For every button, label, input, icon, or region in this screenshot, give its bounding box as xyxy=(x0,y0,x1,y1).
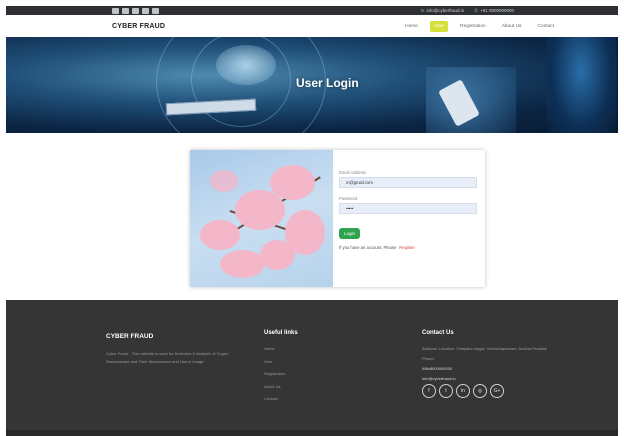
email-field[interactable]: m@gmail.com xyxy=(339,177,477,188)
footer-link-user[interactable]: User xyxy=(264,359,285,372)
blossom xyxy=(260,240,295,270)
instagram-icon[interactable] xyxy=(142,7,149,14)
blossom xyxy=(270,165,315,200)
top-phone[interactable]: ✆ +91 0000000000 xyxy=(474,8,514,14)
footer-address: Address: Location: Vinayaka Nagar, Visha… xyxy=(422,346,548,351)
top-contact: ✉ info@cyberfraud.in ✆ +91 0000000000 xyxy=(421,8,514,14)
linkedin-icon[interactable] xyxy=(132,7,139,14)
main-nav: Home User Registration About Us Contact xyxy=(401,20,558,32)
top-bar: ✉ info@cyberfraud.in ✆ +91 0000000000 xyxy=(6,6,618,15)
blossom xyxy=(200,220,240,250)
nav-user[interactable]: User xyxy=(429,20,449,32)
footer-phone: Phone: +91 0000000000 xyxy=(422,356,453,371)
footer-link-contact[interactable]: Contact xyxy=(264,396,285,409)
footer-links-title: Useful links xyxy=(264,330,298,336)
footer-description: Cyber Fraud - This website is used for D… xyxy=(106,351,229,364)
register-prompt: If you have an account, Please Register xyxy=(339,245,415,250)
nav-about-us[interactable]: About Us xyxy=(498,21,526,32)
cherry-blossom-image xyxy=(190,150,333,287)
googleplus-icon[interactable]: G+ xyxy=(490,384,504,398)
instagram-icon[interactable]: ◎ xyxy=(473,384,487,398)
nav-registration[interactable]: Registration xyxy=(456,21,490,32)
top-social-icons xyxy=(112,7,159,14)
footer-links: Home User Registration About Us Contact xyxy=(264,346,285,409)
facebook-icon[interactable]: f xyxy=(422,384,436,398)
hero-banner: User Login xyxy=(6,37,618,133)
password-field[interactable]: ••••• xyxy=(339,203,477,214)
googleplus-icon[interactable] xyxy=(152,7,159,14)
footer-brand: CYBER FRAUD xyxy=(106,333,154,340)
nav-contact[interactable]: Contact xyxy=(533,21,558,32)
page-title: User Login xyxy=(296,76,359,90)
email-icon: ✉ xyxy=(420,7,425,13)
footer-bottom-bar xyxy=(6,430,618,436)
hero-glow xyxy=(216,45,276,85)
footer-link-about-us[interactable]: About Us xyxy=(264,384,285,397)
footer-link-home[interactable]: Home xyxy=(264,346,285,359)
blossom xyxy=(210,170,238,192)
site-brand[interactable]: CYBER FRAUD xyxy=(112,23,165,30)
top-email[interactable]: ✉ info@cyberfraud.in xyxy=(421,8,465,14)
linkedin-icon[interactable]: in xyxy=(456,384,470,398)
nav-home[interactable]: Home xyxy=(401,21,422,32)
login-button[interactable]: Login xyxy=(339,228,361,239)
twitter-icon[interactable]: t xyxy=(439,384,453,398)
footer: CYBER FRAUD Cyber Fraud - This website i… xyxy=(6,300,618,430)
email-label: Email Address xyxy=(339,170,366,175)
facebook-icon[interactable] xyxy=(112,7,119,14)
register-link[interactable]: Register xyxy=(399,245,415,250)
footer-link-registration[interactable]: Registration xyxy=(264,371,285,384)
footer-contact: Address: Location: Vinayaka Nagar, Visha… xyxy=(422,346,548,381)
navbar: CYBER FRAUD Home User Registration About… xyxy=(6,15,618,37)
hero-hooded-figure xyxy=(546,37,616,133)
login-form: Email Address m@gmail.com Password •••••… xyxy=(333,150,485,287)
twitter-icon[interactable] xyxy=(122,7,129,14)
phone-icon: ✆ xyxy=(474,7,479,13)
footer-contact-title: Contact Us xyxy=(422,330,454,336)
login-card: Email Address m@gmail.com Password •••••… xyxy=(190,150,485,287)
password-label: Password xyxy=(339,196,358,201)
footer-social-icons: f t in ◎ G+ xyxy=(422,384,504,398)
blossom xyxy=(220,250,265,278)
